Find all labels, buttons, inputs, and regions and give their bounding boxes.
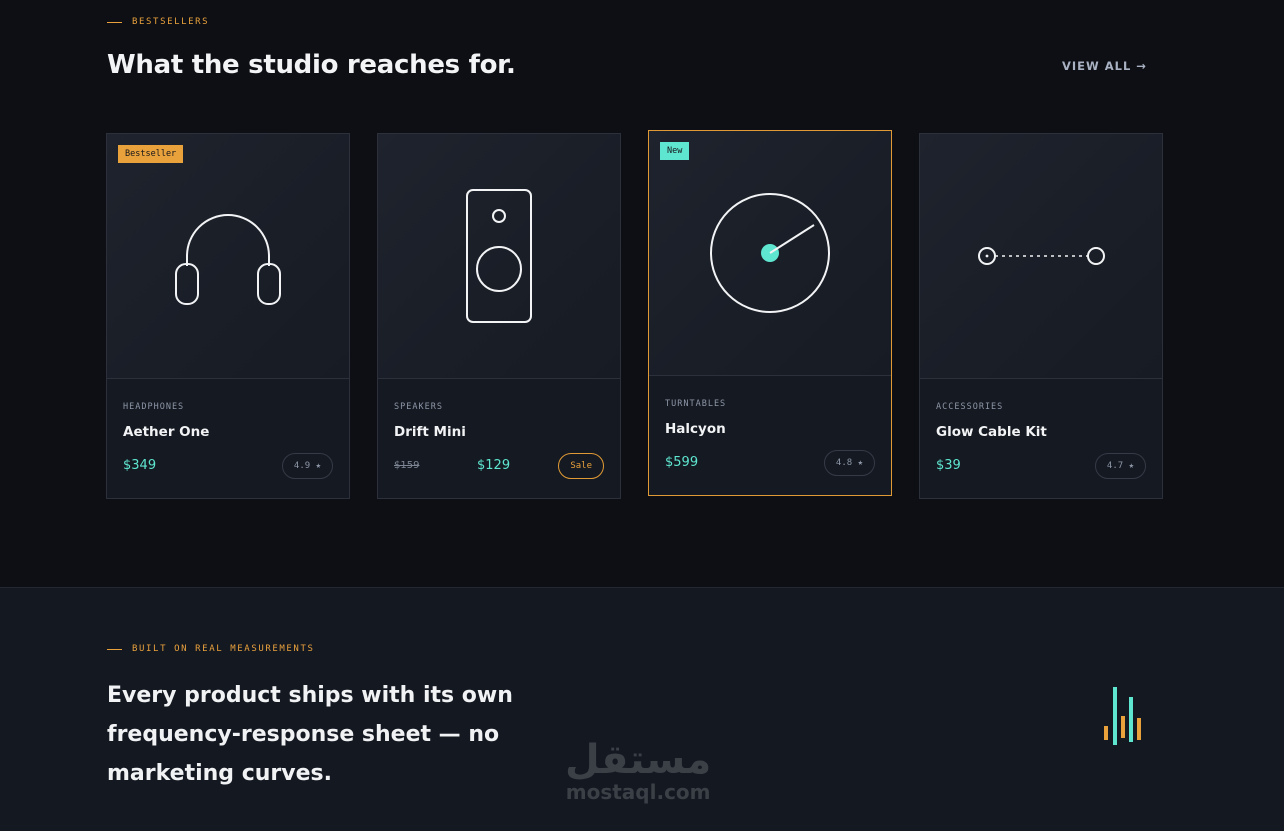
product-category: SPEAKERS [394, 402, 443, 412]
frequency-bars-icon [1104, 687, 1141, 745]
measurements-eyebrow-label: BUILT ON REAL MEASUREMENTS [132, 644, 315, 654]
product-price: $39 [936, 458, 961, 473]
product-price: $599 [665, 455, 699, 470]
view-all-link[interactable]: VIEW ALL → [1062, 59, 1147, 73]
bestsellers-eyebrow: BESTSELLERS [107, 17, 209, 27]
product-image: New [649, 131, 891, 376]
speaker-icon [466, 189, 532, 323]
rating-badge: 4.7 ★ [1094, 453, 1146, 479]
rating-badge: 4.9 ★ [281, 453, 333, 479]
product-card-drift-mini[interactable]: SPEAKERS Drift Mini $159 $129 Sale [377, 133, 621, 499]
product-image: Bestseller [107, 134, 349, 379]
measurements-eyebrow: BUILT ON REAL MEASUREMENTS [107, 644, 314, 654]
turntable-icon [710, 193, 830, 313]
eyebrow-rule [107, 648, 122, 650]
cable-icon [978, 247, 1105, 265]
product-card-halcyon[interactable]: New TURNTABLES Halcyon $599 4.8 ★ [648, 130, 892, 496]
product-image [378, 134, 620, 379]
original-price: $159 [394, 460, 420, 471]
measurements-headline: Every product ships with its own frequen… [107, 683, 513, 786]
watermark-latin: mostaql.com [565, 780, 711, 804]
product-category: HEADPHONES [123, 402, 185, 412]
watermark-arabic: مستقل [565, 737, 712, 783]
product-card-glow-cable-kit[interactable]: ACCESSORIES Glow Cable Kit $39 4.7 ★ [919, 133, 1163, 499]
product-category: TURNTABLES [665, 399, 727, 409]
section-title: What the studio reaches for. [107, 50, 516, 80]
product-name: Glow Cable Kit [936, 424, 1047, 440]
product-price: $349 [123, 458, 157, 473]
product-card-aether-one[interactable]: Bestseller HEADPHONES Aether One $349 4.… [106, 133, 350, 499]
product-name: Aether One [123, 424, 210, 440]
product-name: Halcyon [665, 421, 726, 437]
sale-tag: Sale [558, 453, 604, 479]
mostaql-watermark: مستقل mostaql.com [565, 738, 711, 804]
product-image [920, 134, 1162, 379]
product-name: Drift Mini [394, 424, 466, 440]
rating-badge: 4.8 ★ [823, 450, 875, 476]
bestseller-badge: Bestseller [118, 145, 184, 163]
eyebrow-rule [107, 21, 122, 23]
bestsellers-eyebrow-label: BESTSELLERS [132, 17, 210, 27]
headphones-icon [175, 214, 281, 305]
new-badge: New [660, 142, 690, 160]
product-category: ACCESSORIES [936, 402, 1004, 412]
product-price: $129 [477, 458, 511, 473]
